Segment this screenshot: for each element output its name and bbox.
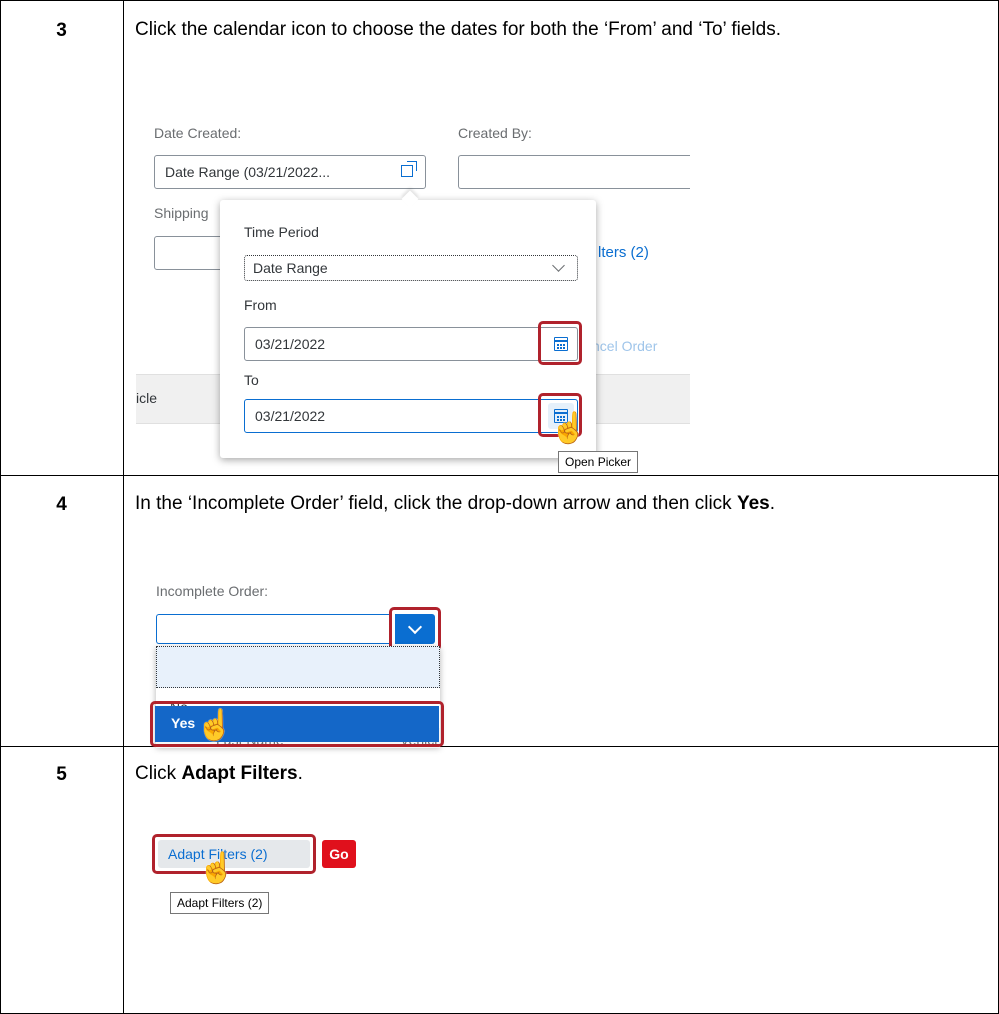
from-date-field[interactable]: 03/21/2022 — [244, 327, 578, 361]
adapt-filters-tooltip: Adapt Filters (2) — [170, 892, 270, 914]
to-date-value: 03/21/2022 — [255, 408, 326, 424]
from-label: From — [244, 297, 277, 313]
date-created-field[interactable]: Date Range (03/21/2022... — [154, 155, 426, 189]
hand-cursor-icon: ☝ — [198, 852, 236, 885]
time-period-value: Date Range — [253, 260, 328, 276]
step-instruction: In the ‘Incomplete Order’ field, click t… — [135, 491, 985, 516]
open-picker-tooltip: Open Picker — [558, 451, 639, 473]
step-instruction-bold: Adapt Filters — [181, 763, 298, 784]
highlight-box — [150, 701, 444, 747]
incomplete-order-label: Incomplete Order: — [156, 583, 269, 599]
chevron-down-icon — [552, 259, 565, 272]
dropdown-arrow-button[interactable] — [395, 614, 435, 644]
popover-arrow — [401, 190, 419, 208]
vehicle-column-header: icle — [136, 390, 158, 406]
step-instruction-text: In the ‘Incomplete Order’ field, click t… — [135, 493, 737, 514]
step-number: 4 — [56, 494, 67, 515]
from-calendar-button[interactable] — [548, 331, 574, 357]
row-divider — [0, 746, 999, 747]
hand-cursor-icon: ☝ — [196, 709, 234, 742]
step-instruction-text: Click — [135, 763, 182, 784]
step-number: 5 — [56, 764, 67, 785]
go-label: Go — [329, 846, 349, 862]
date-created-label: Date Created: — [154, 125, 242, 141]
shipping-label: Shipping — [154, 205, 209, 221]
screenshot-adapt-filters: Adapt Filters (2) Go ☝ Adapt Filters (2) — [150, 830, 450, 1010]
incomplete-order-input[interactable] — [156, 614, 392, 644]
date-created-value: Date Range (03/21/2022... — [165, 164, 331, 180]
time-period-label: Time Period — [244, 224, 319, 240]
column-divider — [123, 0, 124, 1014]
step-number: 3 — [56, 20, 67, 41]
cancel-order-button[interactable]: ncel Order — [592, 338, 657, 354]
value-help-icon-back — [407, 161, 417, 171]
created-by-field[interactable] — [458, 155, 690, 189]
row-divider — [0, 475, 999, 476]
screenshot-incomplete-order: Incomplete Order: No Last Name Vehicl Ye… — [130, 583, 450, 748]
step-instruction-text: . — [769, 493, 775, 514]
hand-cursor-icon: ☝ — [550, 412, 588, 445]
list-item-empty[interactable] — [156, 646, 440, 688]
step-instruction-bold: Yes — [736, 493, 770, 514]
adapt-filters-link[interactable]: lters (2) — [598, 244, 649, 261]
calendar-icon — [554, 337, 568, 351]
chevron-down-icon — [407, 619, 423, 635]
to-date-field[interactable]: 03/21/2022 — [244, 399, 578, 433]
step-instruction-text: . — [297, 763, 303, 784]
time-period-select[interactable]: Date Range — [244, 255, 578, 281]
date-range-popover: Time Period Date Range From 03/21/2022 T… — [220, 190, 596, 458]
from-date-value: 03/21/2022 — [255, 336, 326, 352]
instruction-table: 3 Click the calendar icon to choose the … — [0, 0, 999, 1014]
step-instruction: Click the calendar icon to choose the da… — [135, 19, 781, 40]
step-instruction: Click Adapt Filters. — [135, 761, 985, 786]
to-label: To — [244, 372, 259, 388]
created-by-label: Created By: — [458, 125, 532, 141]
screenshot-date-filter: Date Created: Created By: Date Range (03… — [130, 118, 690, 473]
go-button[interactable]: Go — [322, 840, 356, 868]
